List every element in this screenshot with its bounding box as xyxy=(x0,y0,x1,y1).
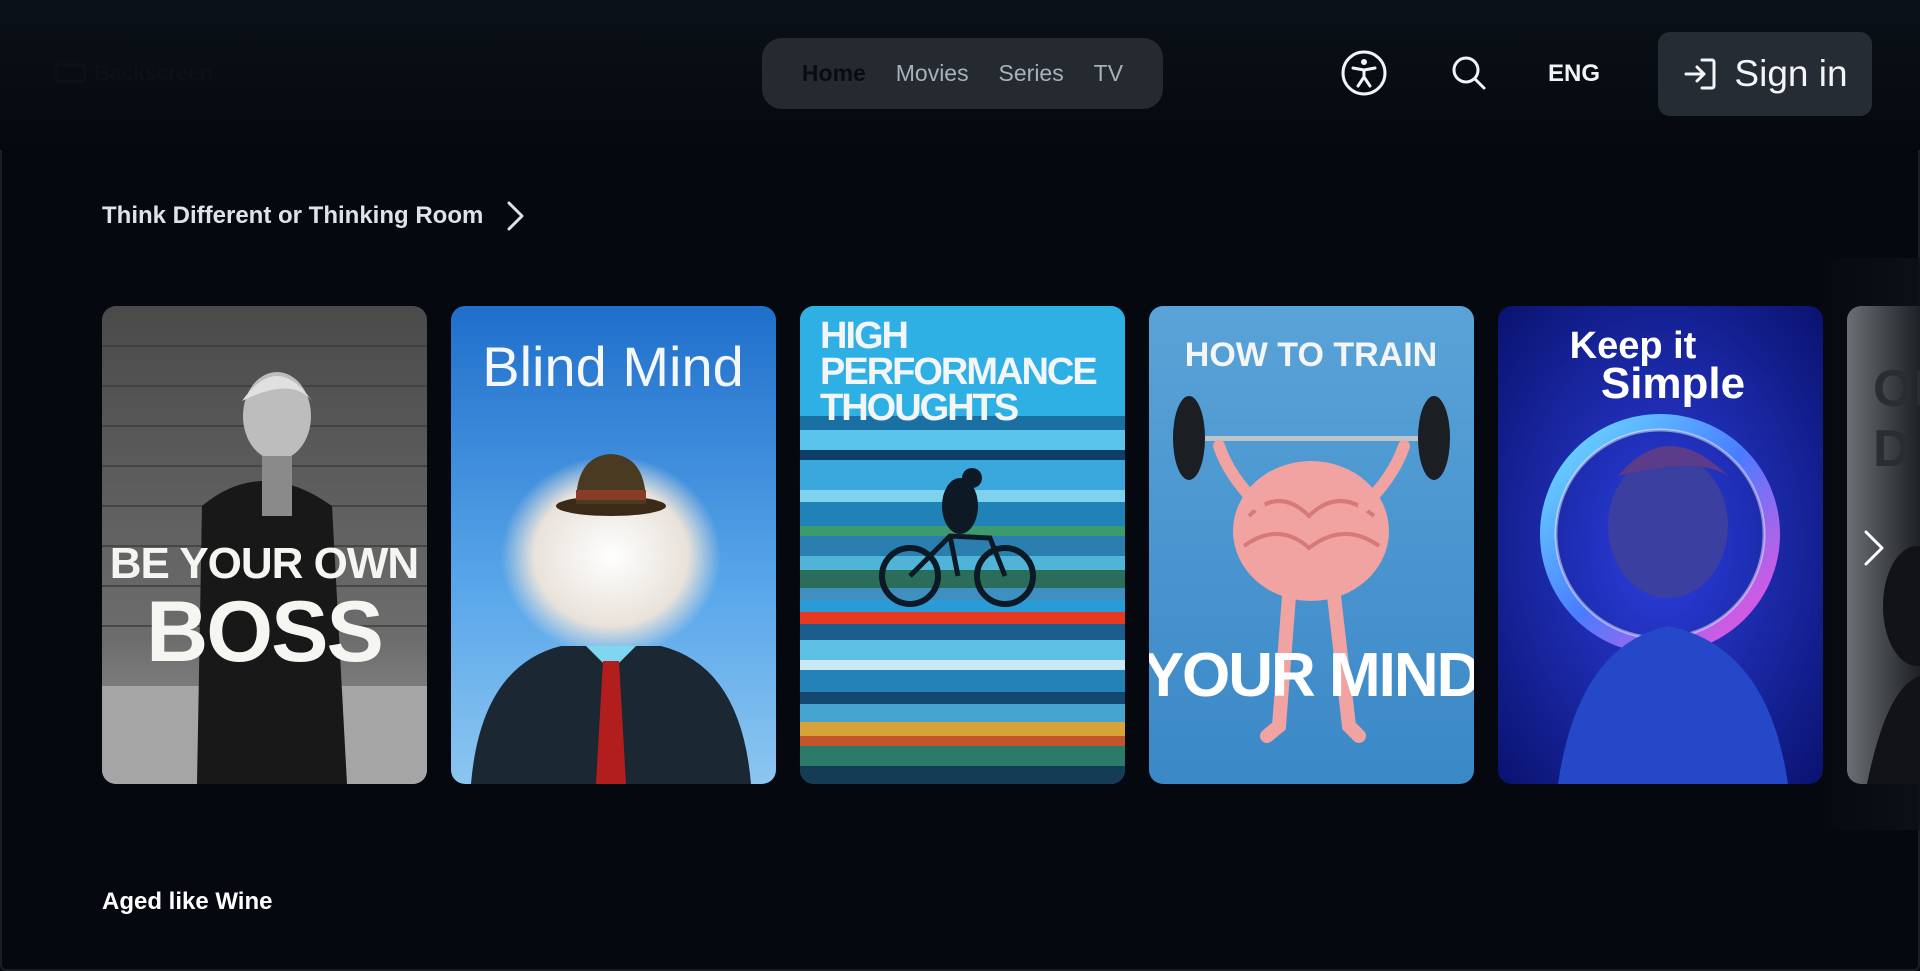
section-title-think-different[interactable]: Think Different or Thinking Room xyxy=(102,200,527,232)
chevron-right-icon xyxy=(507,201,524,231)
language-selector[interactable]: ENG xyxy=(1548,60,1600,88)
accessibility-button[interactable] xyxy=(1338,47,1390,99)
sign-in-label: Sign in xyxy=(1734,53,1848,94)
poster-title-line2: YOUR MIND xyxy=(1149,641,1474,710)
poster-title-overlay: Blind Mind xyxy=(482,335,743,398)
section-title-text: Aged like Wine xyxy=(102,888,273,915)
sign-in-button[interactable]: Sign in xyxy=(1658,32,1872,116)
nav-item-home[interactable]: Home xyxy=(798,54,870,93)
nav-item-series[interactable]: Series xyxy=(995,54,1068,93)
poster-title-line2: BOSS xyxy=(146,584,382,680)
poster-card-high-performance-thoughts[interactable]: HIGH PERFORMANCE THOUGHTS xyxy=(800,306,1125,784)
nav-item-movies[interactable]: Movies xyxy=(892,54,973,93)
search-icon xyxy=(1452,56,1486,90)
nav-item-tv[interactable]: TV xyxy=(1090,54,1127,93)
poster-title-line3: THOUGHTS xyxy=(820,387,1018,429)
carousel-row: BE YOUR OWN BOSS Blind Mind HIGH PERFORM… xyxy=(102,306,1920,784)
section-title-text: Think Different or Thinking Room xyxy=(102,202,484,229)
logo[interactable]: Backscreen xyxy=(54,60,213,86)
top-header: Backscreen Home Movies Series TV ENG Sig… xyxy=(0,0,1920,150)
poster-title-line2: D xyxy=(1873,420,1911,478)
poster-title-overlay: HIGH PERFORMANCE THOUGHTS xyxy=(820,315,1098,429)
poster-title-overlay: Keep it Simple xyxy=(1570,325,1745,408)
poster-card-blind-mind[interactable]: Blind Mind xyxy=(451,306,776,784)
carousel-next-button[interactable] xyxy=(1852,520,1896,576)
poster-title-line1: HOW TO TRAIN xyxy=(1185,336,1437,374)
search-button[interactable] xyxy=(1443,47,1495,99)
section-title-aged-like-wine[interactable]: Aged like Wine xyxy=(102,888,272,916)
logo-icon xyxy=(54,63,86,83)
poster-title-overlay: BE YOUR OWN BOSS xyxy=(110,539,419,680)
logo-text: Backscreen xyxy=(94,60,213,85)
poster-title-line1: BE YOUR OWN xyxy=(110,539,418,588)
main-nav: Home Movies Series TV xyxy=(762,38,1163,109)
sign-in-icon xyxy=(1684,58,1716,90)
accessibility-icon xyxy=(1341,50,1387,96)
poster-title: Blind Mind xyxy=(482,335,743,398)
poster-card-be-your-own-boss[interactable]: BE YOUR OWN BOSS xyxy=(102,306,427,784)
poster-card-how-to-train-your-mind[interactable]: HOW TO TRAIN YOUR MIND xyxy=(1149,306,1474,784)
poster-title-line2: Simple xyxy=(1601,359,1745,408)
chevron-right-icon xyxy=(1864,530,1884,566)
poster-card-keep-it-simple[interactable]: Keep it Simple xyxy=(1498,306,1823,784)
poster-title-overlay: HOW TO TRAIN YOUR MIND xyxy=(1149,336,1474,710)
poster-title-line1: OI xyxy=(1873,360,1920,418)
